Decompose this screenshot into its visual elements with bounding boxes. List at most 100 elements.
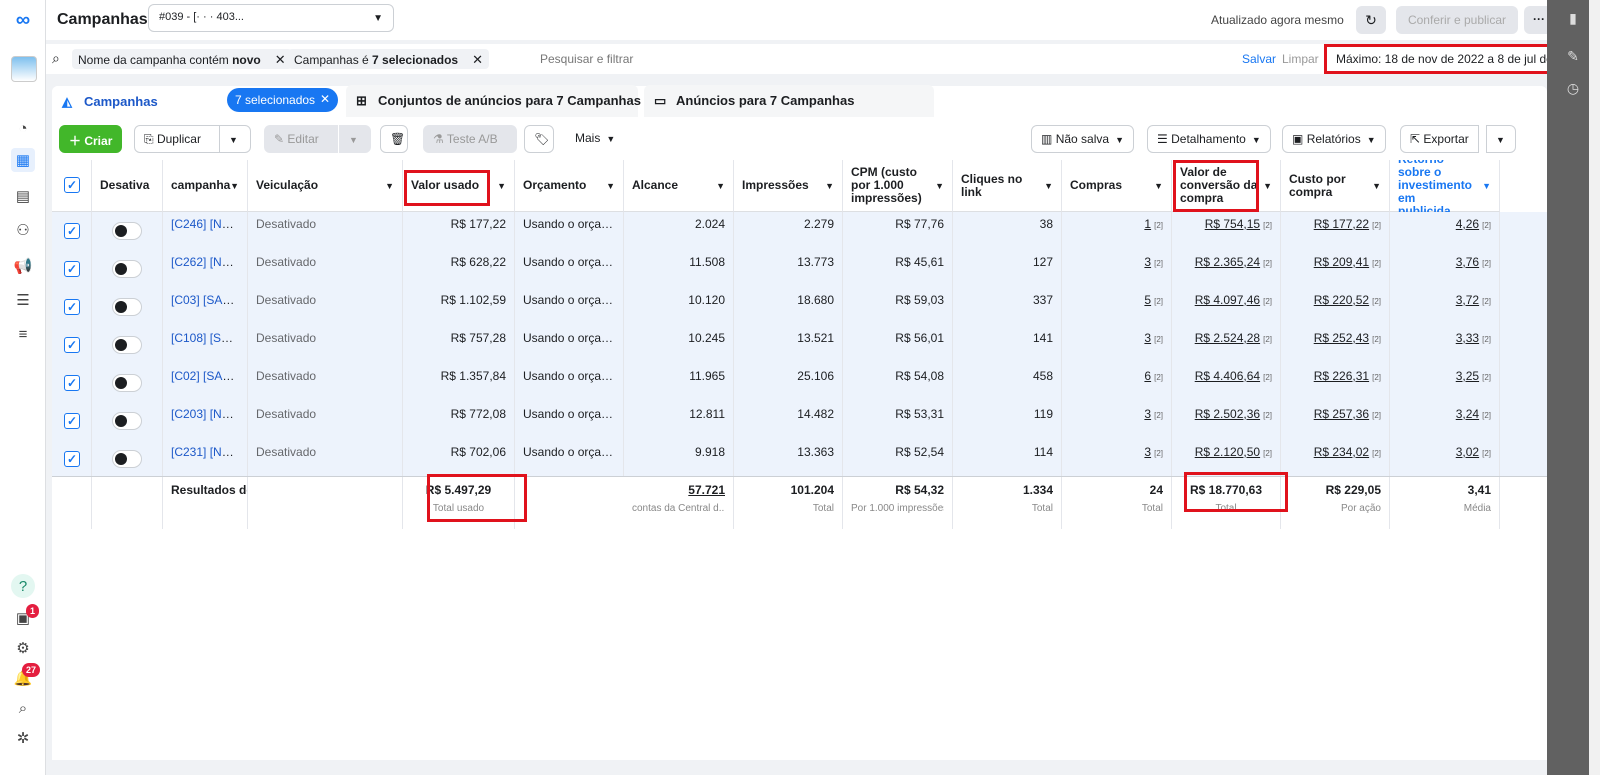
table-row[interactable]: ✓ [C231] [NO... Desativado R$ 702,06 Usando … [52,440,1547,478]
header-delivery[interactable]: Veiculação ▼ [248,160,403,212]
campaign-name-cell[interactable]: [C203] [NO... [163,402,248,440]
table-row[interactable]: ✓ [C203] [NO... Desativado R$ 772,08 Usando … [52,402,1547,440]
campaign-name[interactable]: [C203] [NO... [171,407,241,421]
chevron-down-icon[interactable]: ▼ [935,181,944,191]
table-row[interactable]: ✓ [C03] [SAL... Desativado R$ 1.102,59 Usand… [52,288,1547,326]
bug-report-icon[interactable]: ✲ [11,726,35,750]
selected-count-pill[interactable]: 7 selecionados ✕ [227,88,338,112]
toggle-cell[interactable] [92,288,163,326]
campaign-toggle[interactable] [112,260,142,278]
chevron-down-icon[interactable]: ▼ [497,181,506,191]
more-button[interactable]: Mais ▼ [566,125,625,153]
campaign-name-cell[interactable]: [C108] [SM... [163,326,248,364]
chevron-down-icon[interactable]: ▼ [1482,181,1491,191]
header-cost-per-purchase[interactable]: Custo por compra ▼ [1281,160,1390,212]
help-icon[interactable]: ? [11,574,35,598]
duplicate-dropdown[interactable]: ▼ [219,125,251,153]
pages-icon[interactable]: ▤ [11,184,35,208]
select-cell[interactable]: ✓ [52,288,92,326]
row-checkbox[interactable]: ✓ [64,337,80,353]
table-row[interactable]: ✓ [C262] [NO... Desativado R$ 628,22 Usando … [52,250,1547,288]
breakdown-button[interactable]: ☰ Detalhamento ▼ [1147,125,1271,153]
edit-dropdown[interactable]: ▼ [339,125,371,153]
tags-button[interactable]: 🏷 [524,125,554,153]
campaign-toggle[interactable] [112,450,142,468]
filter-chip-campaigns[interactable]: Campanhas é 7 selecionados ✕ [288,49,489,69]
campaign-toggle[interactable] [112,412,142,430]
row-checkbox[interactable]: ✓ [64,299,80,315]
table-row[interactable]: ✓ [C108] [SM... Desativado R$ 757,28 Usando … [52,326,1547,364]
campaign-toggle[interactable] [112,222,142,240]
select-cell[interactable]: ✓ [52,364,92,402]
chevron-down-icon[interactable]: ▼ [716,181,725,191]
campaign-name-cell[interactable]: [C262] [NO... [163,250,248,288]
header-reach[interactable]: Alcance ▼ [624,160,734,212]
chevron-down-icon[interactable]: ▼ [1372,181,1381,191]
campaign-toggle[interactable] [112,374,142,392]
dashboard-icon[interactable]: ◔ [11,116,35,140]
chart-icon[interactable]: ▮ [1563,10,1583,30]
history-clock-icon[interactable]: ◷ [1563,80,1583,100]
campaign-name[interactable]: [C03] [SAL... [171,293,239,307]
header-purchases[interactable]: Compras ▼ [1062,160,1172,212]
menu-icon[interactable]: ≡ [11,322,35,346]
chevron-down-icon[interactable]: ▼ [385,181,394,191]
row-checkbox[interactable]: ✓ [64,261,80,277]
search-filter-input[interactable]: Pesquisar e filtrar [540,52,633,66]
campaign-name-cell[interactable]: [C02] [SAL... [163,364,248,402]
toggle-cell[interactable] [92,212,163,250]
export-button[interactable]: ⇱ Exportar [1400,125,1479,153]
header-campaign[interactable]: campanha ▼ [163,160,248,212]
tab-campaigns[interactable]: ◭ Campanhas 7 selecionados ✕ [52,86,340,118]
reports-button[interactable]: ▣ Relatórios ▼ [1282,125,1386,153]
header-budget[interactable]: Orçamento ▼ [515,160,624,212]
ab-test-button[interactable]: ⚗ Teste A/B [423,125,517,153]
settings-gear-icon[interactable]: ⚙ [11,636,35,660]
campaign-name-cell[interactable]: [C03] [SAL... [163,288,248,326]
columns-view-button[interactable]: ▥ Não salva ▼ [1031,125,1134,153]
row-checkbox[interactable]: ✓ [64,375,80,391]
account-selector[interactable]: #039 - [· · · 403... ▼ [148,4,394,32]
chevron-down-icon[interactable]: ▼ [1044,181,1053,191]
row-checkbox[interactable]: ✓ [64,413,80,429]
page-scrollbar[interactable] [1589,0,1600,775]
table-row[interactable]: ✓ [C02] [SAL... Desativado R$ 1.357,84 Usand… [52,364,1547,402]
duplicate-button[interactable]: ⎘ Duplicar [134,125,220,153]
header-roas[interactable]: Retorno sobre o investimento em publicid… [1390,160,1500,218]
chevron-down-icon[interactable]: ▼ [230,181,239,191]
chevron-down-icon[interactable]: ▼ [1263,181,1272,191]
clear-filter-link[interactable]: Limpar [1282,52,1319,66]
campaign-name[interactable]: [C02] [SAL... [171,369,239,383]
close-icon[interactable]: ✕ [275,52,286,67]
campaign-name-cell[interactable]: [C231] [NO... [163,440,248,478]
close-icon[interactable]: ✕ [472,52,483,67]
meta-logo-icon[interactable]: ∞ [11,8,35,32]
select-cell[interactable]: ✓ [52,402,92,440]
catalog-icon[interactable]: ☰ [11,288,35,312]
refresh-button[interactable]: ↻ [1356,6,1386,34]
tab-ads[interactable]: ▭ Anúncios para 7 Campanhas [644,85,934,117]
campaign-name[interactable]: [C231] [NO... [171,445,241,459]
select-cell[interactable]: ✓ [52,440,92,478]
chevron-down-icon[interactable]: ▼ [825,181,834,191]
campaign-toggle[interactable] [112,298,142,316]
megaphone-icon[interactable]: 📢 [11,254,35,278]
save-filter-link[interactable]: Salvar [1242,52,1276,66]
header-off-on[interactable]: Desativa [92,160,163,212]
export-dropdown[interactable]: ▼ [1486,125,1516,153]
campaign-name[interactable]: [C262] [NO... [171,255,241,269]
toggle-cell[interactable] [92,364,163,402]
close-icon[interactable]: ✕ [320,92,330,106]
header-link-clicks[interactable]: Cliques no link ▼ [953,160,1062,212]
table-row[interactable]: ✓ [C246] [NO... Desativado R$ 177,22 Usando … [52,212,1547,250]
review-publish-button[interactable]: Conferir e publicar [1396,6,1518,34]
row-checkbox[interactable]: ✓ [64,223,80,239]
filter-chip-name[interactable]: Nome da campanha contém novo ✕ [72,49,292,69]
chevron-down-icon[interactable]: ▼ [1154,181,1163,191]
header-cpm[interactable]: CPM (custo por 1.000 impressões) ▼ [843,160,953,212]
toggle-cell[interactable] [92,326,163,364]
toggle-cell[interactable] [92,402,163,440]
chevron-down-icon[interactable]: ▼ [606,181,615,191]
date-range-picker[interactable]: Máximo: 18 de nov de 2022 a 8 de jul de … [1324,44,1583,74]
campaign-toggle[interactable] [112,336,142,354]
